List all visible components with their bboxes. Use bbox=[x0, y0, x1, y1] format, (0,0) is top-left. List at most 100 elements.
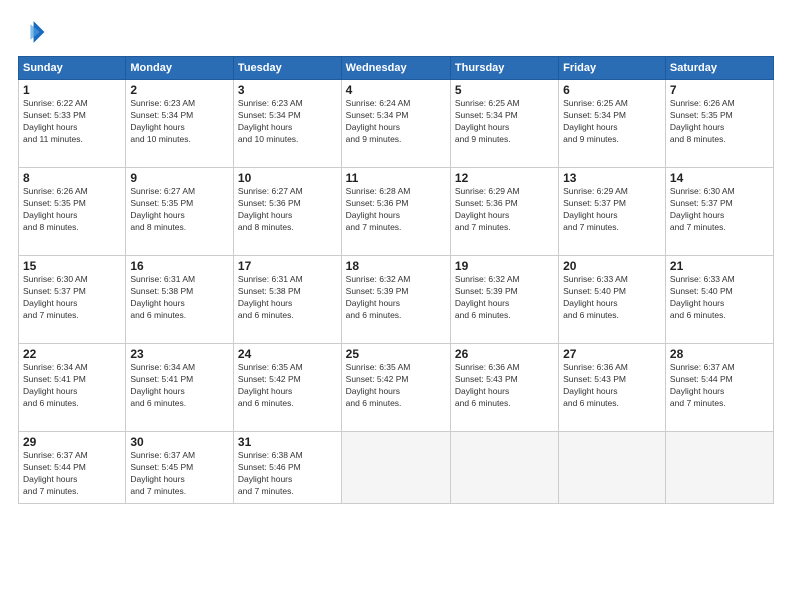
calendar-cell: 20 Sunrise: 6:33 AM Sunset: 5:40 PM Dayl… bbox=[559, 256, 666, 344]
calendar-cell: 8 Sunrise: 6:26 AM Sunset: 5:35 PM Dayli… bbox=[19, 168, 126, 256]
day-header-thursday: Thursday bbox=[450, 57, 558, 80]
calendar-cell: 1 Sunrise: 6:22 AM Sunset: 5:33 PM Dayli… bbox=[19, 80, 126, 168]
day-info: Sunrise: 6:27 AM Sunset: 5:35 PM Dayligh… bbox=[130, 186, 229, 234]
calendar-cell: 27 Sunrise: 6:36 AM Sunset: 5:43 PM Dayl… bbox=[559, 344, 666, 432]
calendar-cell: 9 Sunrise: 6:27 AM Sunset: 5:35 PM Dayli… bbox=[126, 168, 234, 256]
day-number: 2 bbox=[130, 83, 229, 97]
calendar-cell: 31 Sunrise: 6:38 AM Sunset: 5:46 PM Dayl… bbox=[233, 432, 341, 504]
calendar: SundayMondayTuesdayWednesdayThursdayFrid… bbox=[18, 56, 774, 504]
day-info: Sunrise: 6:35 AM Sunset: 5:42 PM Dayligh… bbox=[346, 362, 446, 410]
week-row-1: 1 Sunrise: 6:22 AM Sunset: 5:33 PM Dayli… bbox=[19, 80, 774, 168]
day-number: 22 bbox=[23, 347, 121, 361]
calendar-body: 1 Sunrise: 6:22 AM Sunset: 5:33 PM Dayli… bbox=[19, 80, 774, 504]
day-number: 14 bbox=[670, 171, 769, 185]
day-number: 12 bbox=[455, 171, 554, 185]
calendar-cell: 14 Sunrise: 6:30 AM Sunset: 5:37 PM Dayl… bbox=[665, 168, 773, 256]
day-info: Sunrise: 6:24 AM Sunset: 5:34 PM Dayligh… bbox=[346, 98, 446, 146]
day-info: Sunrise: 6:32 AM Sunset: 5:39 PM Dayligh… bbox=[346, 274, 446, 322]
day-info: Sunrise: 6:27 AM Sunset: 5:36 PM Dayligh… bbox=[238, 186, 337, 234]
day-number: 4 bbox=[346, 83, 446, 97]
day-number: 24 bbox=[238, 347, 337, 361]
day-info: Sunrise: 6:31 AM Sunset: 5:38 PM Dayligh… bbox=[238, 274, 337, 322]
calendar-cell: 5 Sunrise: 6:25 AM Sunset: 5:34 PM Dayli… bbox=[450, 80, 558, 168]
day-info: Sunrise: 6:33 AM Sunset: 5:40 PM Dayligh… bbox=[670, 274, 769, 322]
calendar-cell: 18 Sunrise: 6:32 AM Sunset: 5:39 PM Dayl… bbox=[341, 256, 450, 344]
day-number: 27 bbox=[563, 347, 661, 361]
calendar-cell: 17 Sunrise: 6:31 AM Sunset: 5:38 PM Dayl… bbox=[233, 256, 341, 344]
day-number: 21 bbox=[670, 259, 769, 273]
day-info: Sunrise: 6:32 AM Sunset: 5:39 PM Dayligh… bbox=[455, 274, 554, 322]
day-number: 19 bbox=[455, 259, 554, 273]
day-number: 20 bbox=[563, 259, 661, 273]
calendar-cell: 23 Sunrise: 6:34 AM Sunset: 5:41 PM Dayl… bbox=[126, 344, 234, 432]
day-info: Sunrise: 6:31 AM Sunset: 5:38 PM Dayligh… bbox=[130, 274, 229, 322]
calendar-cell: 29 Sunrise: 6:37 AM Sunset: 5:44 PM Dayl… bbox=[19, 432, 126, 504]
day-number: 18 bbox=[346, 259, 446, 273]
calendar-cell: 19 Sunrise: 6:32 AM Sunset: 5:39 PM Dayl… bbox=[450, 256, 558, 344]
logo bbox=[18, 18, 50, 46]
day-info: Sunrise: 6:23 AM Sunset: 5:34 PM Dayligh… bbox=[238, 98, 337, 146]
calendar-header: SundayMondayTuesdayWednesdayThursdayFrid… bbox=[19, 57, 774, 80]
calendar-cell: 26 Sunrise: 6:36 AM Sunset: 5:43 PM Dayl… bbox=[450, 344, 558, 432]
day-number: 6 bbox=[563, 83, 661, 97]
page: SundayMondayTuesdayWednesdayThursdayFrid… bbox=[0, 0, 792, 612]
day-header-friday: Friday bbox=[559, 57, 666, 80]
calendar-cell: 6 Sunrise: 6:25 AM Sunset: 5:34 PM Dayli… bbox=[559, 80, 666, 168]
header-row: SundayMondayTuesdayWednesdayThursdayFrid… bbox=[19, 57, 774, 80]
day-header-tuesday: Tuesday bbox=[233, 57, 341, 80]
day-number: 11 bbox=[346, 171, 446, 185]
week-row-2: 8 Sunrise: 6:26 AM Sunset: 5:35 PM Dayli… bbox=[19, 168, 774, 256]
day-number: 5 bbox=[455, 83, 554, 97]
day-number: 15 bbox=[23, 259, 121, 273]
calendar-cell: 13 Sunrise: 6:29 AM Sunset: 5:37 PM Dayl… bbox=[559, 168, 666, 256]
day-info: Sunrise: 6:35 AM Sunset: 5:42 PM Dayligh… bbox=[238, 362, 337, 410]
calendar-cell: 2 Sunrise: 6:23 AM Sunset: 5:34 PM Dayli… bbox=[126, 80, 234, 168]
day-info: Sunrise: 6:26 AM Sunset: 5:35 PM Dayligh… bbox=[23, 186, 121, 234]
day-number: 7 bbox=[670, 83, 769, 97]
calendar-cell: 4 Sunrise: 6:24 AM Sunset: 5:34 PM Dayli… bbox=[341, 80, 450, 168]
day-number: 8 bbox=[23, 171, 121, 185]
calendar-cell: 7 Sunrise: 6:26 AM Sunset: 5:35 PM Dayli… bbox=[665, 80, 773, 168]
day-info: Sunrise: 6:36 AM Sunset: 5:43 PM Dayligh… bbox=[563, 362, 661, 410]
day-info: Sunrise: 6:29 AM Sunset: 5:36 PM Dayligh… bbox=[455, 186, 554, 234]
calendar-cell: 15 Sunrise: 6:30 AM Sunset: 5:37 PM Dayl… bbox=[19, 256, 126, 344]
day-number: 25 bbox=[346, 347, 446, 361]
day-info: Sunrise: 6:34 AM Sunset: 5:41 PM Dayligh… bbox=[23, 362, 121, 410]
week-row-3: 15 Sunrise: 6:30 AM Sunset: 5:37 PM Dayl… bbox=[19, 256, 774, 344]
calendar-cell bbox=[559, 432, 666, 504]
week-row-5: 29 Sunrise: 6:37 AM Sunset: 5:44 PM Dayl… bbox=[19, 432, 774, 504]
calendar-cell bbox=[450, 432, 558, 504]
header bbox=[18, 18, 774, 46]
day-info: Sunrise: 6:38 AM Sunset: 5:46 PM Dayligh… bbox=[238, 450, 337, 498]
day-number: 3 bbox=[238, 83, 337, 97]
day-number: 29 bbox=[23, 435, 121, 449]
calendar-cell: 3 Sunrise: 6:23 AM Sunset: 5:34 PM Dayli… bbox=[233, 80, 341, 168]
day-header-saturday: Saturday bbox=[665, 57, 773, 80]
day-info: Sunrise: 6:33 AM Sunset: 5:40 PM Dayligh… bbox=[563, 274, 661, 322]
day-info: Sunrise: 6:37 AM Sunset: 5:45 PM Dayligh… bbox=[130, 450, 229, 498]
day-info: Sunrise: 6:29 AM Sunset: 5:37 PM Dayligh… bbox=[563, 186, 661, 234]
day-header-sunday: Sunday bbox=[19, 57, 126, 80]
day-info: Sunrise: 6:25 AM Sunset: 5:34 PM Dayligh… bbox=[563, 98, 661, 146]
day-number: 10 bbox=[238, 171, 337, 185]
calendar-cell: 12 Sunrise: 6:29 AM Sunset: 5:36 PM Dayl… bbox=[450, 168, 558, 256]
calendar-cell: 10 Sunrise: 6:27 AM Sunset: 5:36 PM Dayl… bbox=[233, 168, 341, 256]
logo-icon bbox=[18, 18, 46, 46]
calendar-cell: 11 Sunrise: 6:28 AM Sunset: 5:36 PM Dayl… bbox=[341, 168, 450, 256]
day-header-wednesday: Wednesday bbox=[341, 57, 450, 80]
day-info: Sunrise: 6:28 AM Sunset: 5:36 PM Dayligh… bbox=[346, 186, 446, 234]
day-info: Sunrise: 6:37 AM Sunset: 5:44 PM Dayligh… bbox=[23, 450, 121, 498]
calendar-cell: 25 Sunrise: 6:35 AM Sunset: 5:42 PM Dayl… bbox=[341, 344, 450, 432]
calendar-cell: 21 Sunrise: 6:33 AM Sunset: 5:40 PM Dayl… bbox=[665, 256, 773, 344]
day-number: 28 bbox=[670, 347, 769, 361]
day-number: 26 bbox=[455, 347, 554, 361]
day-info: Sunrise: 6:30 AM Sunset: 5:37 PM Dayligh… bbox=[23, 274, 121, 322]
day-number: 13 bbox=[563, 171, 661, 185]
day-info: Sunrise: 6:37 AM Sunset: 5:44 PM Dayligh… bbox=[670, 362, 769, 410]
day-number: 17 bbox=[238, 259, 337, 273]
day-header-monday: Monday bbox=[126, 57, 234, 80]
day-number: 23 bbox=[130, 347, 229, 361]
day-number: 1 bbox=[23, 83, 121, 97]
calendar-cell: 16 Sunrise: 6:31 AM Sunset: 5:38 PM Dayl… bbox=[126, 256, 234, 344]
day-number: 9 bbox=[130, 171, 229, 185]
